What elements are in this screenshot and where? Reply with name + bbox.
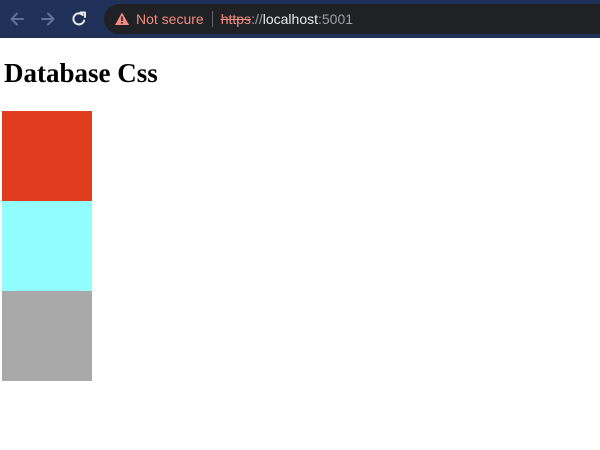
url-port: :5001 [318,11,354,27]
arrow-left-icon [10,12,24,26]
forward-button[interactable] [36,7,60,31]
reload-icon [72,11,86,26]
back-button[interactable] [5,7,29,31]
url-scheme: https [220,11,252,27]
warning-triangle-icon[interactable] [114,11,130,27]
address-bar[interactable]: Not secure https://localhost:5001 [104,4,600,34]
security-status-label[interactable]: Not secure [136,11,204,27]
url-text[interactable]: https://localhost:5001 [221,11,353,27]
omnibox-divider [211,11,213,27]
color-box-cyan [2,201,92,291]
reload-button[interactable] [67,7,91,31]
page-title: Database Css [4,58,158,88]
color-box-red [2,111,92,201]
arrow-right-icon [41,12,55,26]
color-box-gray [2,291,92,381]
browser-toolbar: Not secure https://localhost:5001 [0,0,600,38]
url-separator: :// [251,11,263,27]
url-host: localhost [262,11,318,27]
